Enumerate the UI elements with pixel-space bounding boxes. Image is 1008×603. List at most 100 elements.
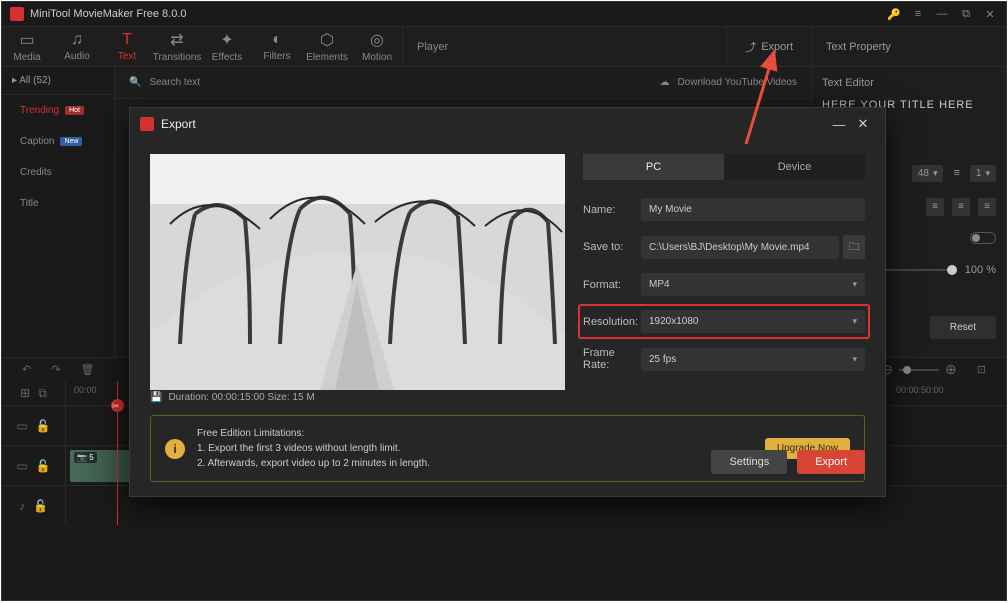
limit-line2: 2. Afterwards, export video up to 2 minu…	[197, 458, 430, 469]
undo-button[interactable]: ↶	[22, 363, 31, 376]
copy-track-button[interactable]: ⧉	[38, 386, 47, 401]
dialog-title: Export	[161, 117, 827, 131]
key-icon[interactable]: 🔑	[886, 6, 902, 22]
category-sidebar: ▸ All (52) TrendingHot CaptionNew Credit…	[2, 67, 115, 357]
maximize-icon[interactable]: ⧉	[958, 6, 974, 22]
lock-icon[interactable]: 🔓	[36, 419, 51, 433]
download-youtube-link[interactable]: Download YouTube Videos	[677, 77, 797, 88]
browse-button[interactable]: 🗀	[843, 235, 865, 259]
titlebar: MiniTool MovieMaker Free 8.0.0 🔑 ≡ — ⧉ ✕	[2, 2, 1006, 27]
opacity-value: 100 %	[965, 264, 996, 276]
framerate-label: Frame Rate:	[583, 347, 641, 371]
audio-track-icon: ♪	[19, 499, 25, 513]
chevron-down-icon: ▾	[852, 316, 857, 327]
new-badge: New	[60, 137, 82, 146]
search-icon: 🔍	[129, 77, 141, 88]
saveto-label: Save to:	[583, 241, 641, 253]
sidebar-item-caption[interactable]: CaptionNew	[2, 126, 114, 157]
sidebar-item-title[interactable]: Title	[2, 188, 114, 219]
limit-title: Free Edition Limitations:	[197, 426, 753, 441]
limit-line1: 1. Export the first 3 videos without len…	[197, 443, 400, 454]
dialog-logo-icon	[140, 117, 154, 131]
timecode-1: 00:00:50:00	[896, 385, 944, 395]
playhead[interactable]: ✂	[117, 381, 118, 525]
search-input[interactable]: Search text	[149, 77, 200, 88]
tab-media[interactable]: ▭Media	[2, 27, 52, 66]
framerate-select[interactable]: 25 fps▾	[641, 348, 865, 371]
video-track-icon: ▭	[16, 459, 27, 473]
redo-button[interactable]: ↷	[51, 363, 60, 376]
timecode-start: 00:00	[74, 385, 97, 395]
add-track-button[interactable]: ⊞	[20, 386, 30, 400]
tab-audio[interactable]: ♫Audio	[52, 27, 102, 66]
align-right-button[interactable]: ≡	[978, 198, 996, 216]
menu-icon[interactable]: ≡	[910, 6, 926, 22]
export-confirm-button[interactable]: Export	[797, 450, 865, 474]
format-label: Format:	[583, 279, 641, 291]
resolution-label: Resolution:	[583, 316, 641, 328]
export-preview	[150, 154, 565, 390]
name-input[interactable]: My Movie	[641, 198, 865, 221]
line-height-select[interactable]: 1▾	[970, 165, 996, 182]
tab-text[interactable]: TText	[102, 27, 152, 66]
name-label: Name:	[583, 204, 641, 216]
motion-icon: ◎	[370, 30, 384, 50]
tab-effects[interactable]: ✦Effects	[202, 27, 252, 66]
filters-icon: ◐	[272, 31, 282, 49]
scissors-icon: ✂	[112, 401, 120, 412]
chevron-down-icon: ▾	[852, 354, 857, 365]
duration-readout: Duration: 00:00:15:00 Size: 15 M	[168, 392, 314, 403]
text-icon: T	[122, 31, 132, 49]
audio-icon: ♫	[71, 31, 83, 49]
chevron-down-icon: ▾	[852, 279, 857, 290]
export-dialog: Export — ✕	[129, 107, 886, 497]
export-icon: ⤴	[745, 39, 756, 55]
align-left-button[interactable]: ≡	[926, 198, 944, 216]
player-label: Player	[403, 27, 726, 66]
lock-icon[interactable]: 🔓	[36, 459, 51, 473]
main-toolbar: ▭Media ♫Audio TText ⇄Transitions ✦Effect…	[2, 27, 1006, 67]
app-title: MiniTool MovieMaker Free 8.0.0	[30, 8, 878, 20]
close-app-icon[interactable]: ✕	[982, 6, 998, 22]
zoom-in-button[interactable]: ⊕	[945, 361, 957, 378]
property-panel-title: Text Property	[811, 27, 1006, 66]
tab-elements[interactable]: ⬡Elements	[302, 27, 352, 66]
resolution-select[interactable]: 1920x1080▾	[641, 310, 865, 333]
tab-filters[interactable]: ◐Filters	[252, 27, 302, 66]
delete-button[interactable]: 🗑	[80, 363, 94, 376]
tab-transitions[interactable]: ⇄Transitions	[152, 27, 202, 66]
all-category[interactable]: ▸ All (52)	[2, 67, 114, 95]
dialog-minimize-button[interactable]: —	[827, 112, 851, 136]
text-editor-header: Text Editor	[822, 77, 996, 97]
save-small-icon: 💾	[150, 392, 162, 403]
tab-motion[interactable]: ◎Motion	[352, 27, 402, 66]
fit-button[interactable]: ⊡	[977, 363, 986, 376]
folder-icon: ▭	[19, 30, 34, 50]
format-select[interactable]: MP4▾	[641, 273, 865, 296]
export-button-top[interactable]: ⤴Export	[727, 27, 811, 66]
align-center-button[interactable]: ≡	[952, 198, 970, 216]
transitions-icon: ⇄	[170, 30, 183, 50]
download-icon: ☁	[659, 77, 669, 88]
sidebar-item-trending[interactable]: TrendingHot	[2, 95, 114, 126]
settings-button[interactable]: Settings	[711, 450, 787, 474]
elements-icon: ⬡	[320, 30, 334, 50]
sidebar-item-credits[interactable]: Credits	[2, 157, 114, 188]
effects-icon: ✦	[220, 30, 233, 50]
video-track-icon: ▭	[16, 419, 27, 433]
tab-device[interactable]: Device	[724, 154, 865, 180]
folder-icon: 🗀	[849, 238, 860, 257]
info-icon: i	[165, 439, 185, 459]
dialog-close-button[interactable]: ✕	[851, 112, 875, 136]
zoom-slider[interactable]	[899, 369, 939, 371]
app-logo-icon	[10, 7, 24, 21]
tab-pc[interactable]: PC	[583, 154, 724, 180]
saveto-input[interactable]: C:\Users\BJ\Desktop\My Movie.mp4	[641, 236, 839, 259]
line-height-icon: ≡	[953, 167, 959, 179]
toggle-switch[interactable]	[970, 232, 996, 244]
hot-badge: Hot	[65, 106, 84, 115]
lock-icon[interactable]: 🔓	[33, 499, 48, 513]
reset-button[interactable]: Reset	[930, 316, 996, 339]
font-size-select[interactable]: 48▾	[912, 165, 944, 182]
minimize-icon[interactable]: —	[934, 6, 950, 22]
